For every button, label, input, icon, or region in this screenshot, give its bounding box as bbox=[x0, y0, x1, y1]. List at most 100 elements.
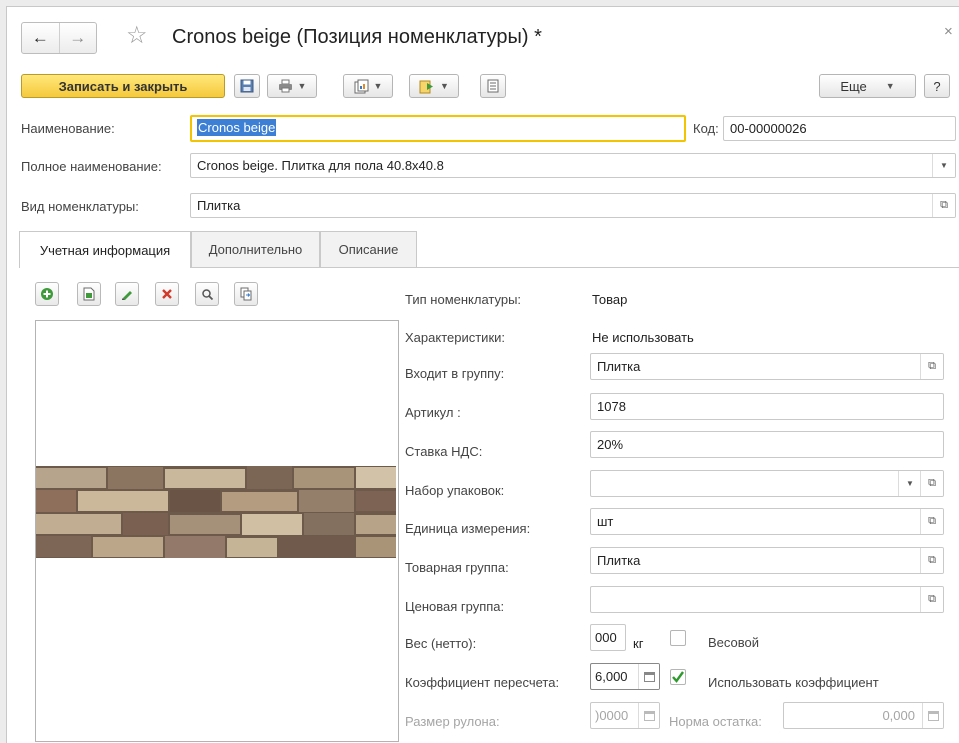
product-image-box[interactable] bbox=[35, 320, 399, 742]
weight-input[interactable]: 000 bbox=[590, 624, 626, 651]
weight-label: Вес (нетто): bbox=[405, 636, 477, 651]
kind-input[interactable]: Плитка ⧉ bbox=[190, 193, 956, 218]
packaging-label: Набор упаковок: bbox=[405, 483, 505, 498]
use-coefficient-label: Использовать коэффициент bbox=[708, 675, 879, 690]
edit-image-button[interactable] bbox=[115, 282, 139, 306]
print-icon bbox=[278, 79, 292, 93]
kind-value: Плитка bbox=[197, 198, 241, 213]
chevron-down-icon: ▼ bbox=[373, 81, 383, 91]
weight-unit: кг bbox=[633, 636, 644, 651]
group-label: Входит в группу: bbox=[405, 366, 505, 381]
forward-button[interactable]: → bbox=[58, 23, 97, 53]
packaging-input[interactable]: ▼ ⧉ bbox=[590, 470, 944, 497]
use-coefficient-checkbox[interactable] bbox=[670, 669, 686, 685]
navigate-image-button[interactable] bbox=[234, 282, 258, 306]
window-title: Cronos beige (Позиция номенклатуры) * bbox=[172, 26, 542, 48]
favorite-star-icon[interactable]: ☆ bbox=[126, 21, 148, 51]
article-input[interactable]: 1078 bbox=[590, 393, 944, 420]
weighted-checkbox[interactable] bbox=[670, 630, 686, 646]
roll-size-label: Размер рулона: bbox=[405, 714, 500, 729]
calculator-icon bbox=[638, 703, 659, 728]
full-name-value: Cronos beige. Плитка для пола 40.8x40.8 bbox=[197, 158, 444, 173]
group-input[interactable]: Плитка ⧉ bbox=[590, 353, 944, 380]
coefficient-label: Коэффициент пересчета: bbox=[405, 675, 560, 690]
check-icon bbox=[672, 671, 684, 683]
list-button[interactable] bbox=[480, 74, 506, 98]
tab-description[interactable]: Описание bbox=[320, 231, 417, 267]
save-icon bbox=[240, 79, 254, 93]
characteristics-value: Не использовать bbox=[592, 330, 694, 345]
calculator-icon bbox=[922, 703, 943, 728]
list-icon bbox=[487, 79, 499, 93]
roll-size-input: )0000 bbox=[590, 702, 660, 729]
close-icon[interactable]: × bbox=[944, 23, 953, 40]
chevron-down-icon: ▼ bbox=[885, 81, 895, 91]
zoom-image-button[interactable] bbox=[195, 282, 219, 306]
help-button[interactable]: ? bbox=[924, 74, 950, 98]
save-and-close-label: Записать и закрыть bbox=[58, 78, 188, 94]
tab-label: Дополнительно bbox=[208, 242, 303, 257]
name-input[interactable]: Cronos beige bbox=[190, 115, 686, 142]
stock-norm-label: Норма остатка: bbox=[669, 714, 762, 729]
navigation-buttons: ← → bbox=[21, 22, 97, 54]
full-name-input[interactable]: Cronos beige. Плитка для пола 40.8x40.8 … bbox=[190, 153, 956, 178]
characteristics-label: Характеристики: bbox=[405, 330, 506, 345]
open-icon[interactable]: ⧉ bbox=[920, 471, 943, 496]
price-group-input[interactable]: ⧉ bbox=[590, 586, 944, 613]
item-form-window: ← → ☆ Cronos beige (Позиция номенклатуры… bbox=[6, 6, 959, 743]
vat-label: Ставка НДС: bbox=[405, 444, 483, 459]
tab-accounting-info[interactable]: Учетная информация bbox=[19, 231, 191, 268]
tab-additional[interactable]: Дополнительно bbox=[191, 231, 320, 267]
stone-tile-image bbox=[36, 466, 396, 558]
unit-input[interactable]: шт ⧉ bbox=[590, 508, 944, 535]
tab-label: Описание bbox=[338, 242, 399, 257]
save-and-close-button[interactable]: Записать и закрыть bbox=[21, 74, 225, 98]
unit-label: Единица измерения: bbox=[405, 521, 531, 536]
roll-size-value: )0000 bbox=[595, 708, 629, 723]
reports-button[interactable]: ▼ bbox=[343, 74, 393, 98]
chevron-down-icon: ▼ bbox=[440, 81, 449, 91]
vat-input[interactable]: 20% bbox=[590, 431, 944, 458]
open-icon[interactable]: ⧉ bbox=[920, 587, 943, 612]
group-value: Плитка bbox=[597, 359, 641, 374]
save-button[interactable] bbox=[234, 74, 260, 98]
unit-value: шт bbox=[597, 514, 614, 529]
stock-norm-value: 0,000 bbox=[882, 708, 915, 723]
type-value: Товар bbox=[592, 292, 628, 307]
chevron-down-icon[interactable]: ▼ bbox=[932, 154, 955, 177]
more-label: Еще bbox=[840, 78, 867, 94]
calculator-icon[interactable] bbox=[638, 664, 659, 689]
coefficient-input[interactable]: 6,000 bbox=[590, 663, 660, 690]
zoom-icon bbox=[201, 288, 213, 300]
open-icon[interactable]: ⧉ bbox=[920, 548, 943, 573]
create-based-on-button[interactable]: ▼ bbox=[409, 74, 459, 98]
help-label: ? bbox=[933, 78, 941, 94]
stock-norm-input: 0,000 bbox=[783, 702, 944, 729]
add-image-button[interactable] bbox=[35, 282, 59, 306]
open-icon[interactable]: ⧉ bbox=[932, 194, 955, 217]
article-label: Артикул : bbox=[405, 405, 461, 420]
code-input[interactable]: 00-00000026 bbox=[723, 116, 956, 141]
more-button[interactable]: Еще ▼ bbox=[819, 74, 916, 98]
reports-icon bbox=[354, 79, 369, 93]
weighted-label: Весовой bbox=[708, 635, 760, 650]
price-group-label: Ценовая группа: bbox=[405, 599, 505, 614]
chevron-down-icon[interactable]: ▼ bbox=[898, 471, 921, 496]
edit-icon bbox=[122, 291, 132, 300]
code-label: Код: bbox=[693, 121, 719, 136]
open-icon[interactable]: ⧉ bbox=[920, 354, 943, 379]
product-group-value: Плитка bbox=[597, 553, 641, 568]
add-icon bbox=[41, 288, 53, 300]
delete-image-button[interactable] bbox=[155, 282, 179, 306]
name-value: Cronos beige bbox=[197, 119, 277, 136]
kind-label: Вид номенклатуры: bbox=[21, 199, 139, 214]
navigate-icon bbox=[240, 287, 252, 301]
print-button[interactable]: ▼ bbox=[267, 74, 317, 98]
product-group-input[interactable]: Плитка ⧉ bbox=[590, 547, 944, 574]
name-label: Наименование: bbox=[21, 121, 115, 136]
create-based-on-icon bbox=[419, 80, 434, 93]
select-file-button[interactable] bbox=[77, 282, 101, 306]
open-icon[interactable]: ⧉ bbox=[920, 509, 943, 534]
product-group-label: Товарная группа: bbox=[405, 560, 509, 575]
back-button[interactable]: ← bbox=[22, 23, 59, 53]
